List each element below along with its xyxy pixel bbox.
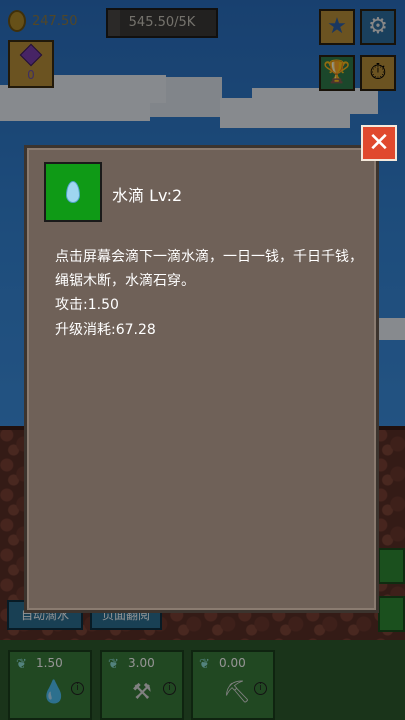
attack-stat: 攻击:1.50 [55,297,119,313]
close-icon: ✕ [368,128,390,158]
item-icon-box [44,162,102,222]
item-description: 点击屏幕会滴下一滴水滴，一日一钱，千日千钱，绳锯木断，水滴石穿。 [55,249,363,289]
item-title: 水滴 Lv:2 [112,186,183,205]
upgrade-cost: 升级消耗:67.28 [55,322,156,338]
water-drop-icon [66,181,80,203]
close-button[interactable]: ✕ [361,125,397,161]
